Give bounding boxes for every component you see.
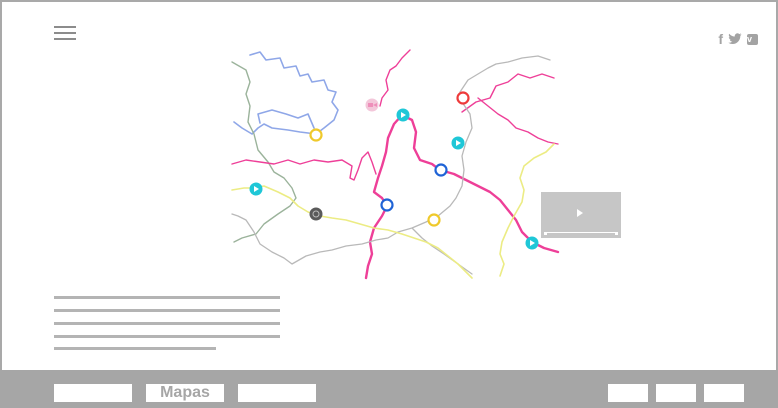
route-pink-west bbox=[231, 151, 377, 181]
yellow-location-marker[interactable] bbox=[309, 128, 323, 142]
route-green bbox=[231, 61, 297, 243]
footer-nav-button[interactable] bbox=[238, 384, 316, 402]
video-player[interactable] bbox=[541, 192, 621, 238]
blue-location-marker[interactable] bbox=[434, 163, 448, 177]
player-control[interactable] bbox=[544, 232, 547, 235]
route-pink-east bbox=[461, 73, 559, 145]
route-map bbox=[231, 49, 560, 280]
blue-location-marker[interactable] bbox=[380, 198, 394, 212]
play-icon[interactable] bbox=[577, 209, 583, 217]
text-line bbox=[54, 309, 280, 312]
footer-right-button[interactable] bbox=[704, 384, 744, 402]
route-yellow-west bbox=[231, 185, 473, 279]
video-marker[interactable] bbox=[249, 182, 263, 196]
progress-bar[interactable] bbox=[547, 232, 615, 233]
video-marker[interactable] bbox=[396, 108, 410, 122]
page-frame: f v bbox=[0, 0, 778, 406]
text-line bbox=[54, 296, 280, 299]
video-marker[interactable] bbox=[525, 236, 539, 250]
text-line bbox=[54, 335, 280, 338]
text-line bbox=[54, 347, 216, 350]
text-line bbox=[54, 322, 280, 325]
dark-location-marker[interactable] bbox=[309, 207, 323, 221]
footer-right-button[interactable] bbox=[608, 384, 648, 402]
yellow-location-marker[interactable] bbox=[427, 213, 441, 227]
video-marker[interactable] bbox=[451, 136, 465, 150]
route-blue bbox=[233, 51, 339, 135]
route-pink-north bbox=[379, 49, 411, 107]
footer-right-button[interactable] bbox=[656, 384, 696, 402]
red-location-marker[interactable] bbox=[456, 91, 470, 105]
fullscreen-icon[interactable] bbox=[615, 232, 618, 235]
camera-icon[interactable] bbox=[365, 98, 379, 112]
footer-bar: Mapas bbox=[0, 370, 778, 408]
footer-nav-button-mapas[interactable]: Mapas bbox=[146, 384, 224, 402]
footer-nav-button[interactable] bbox=[54, 384, 132, 402]
